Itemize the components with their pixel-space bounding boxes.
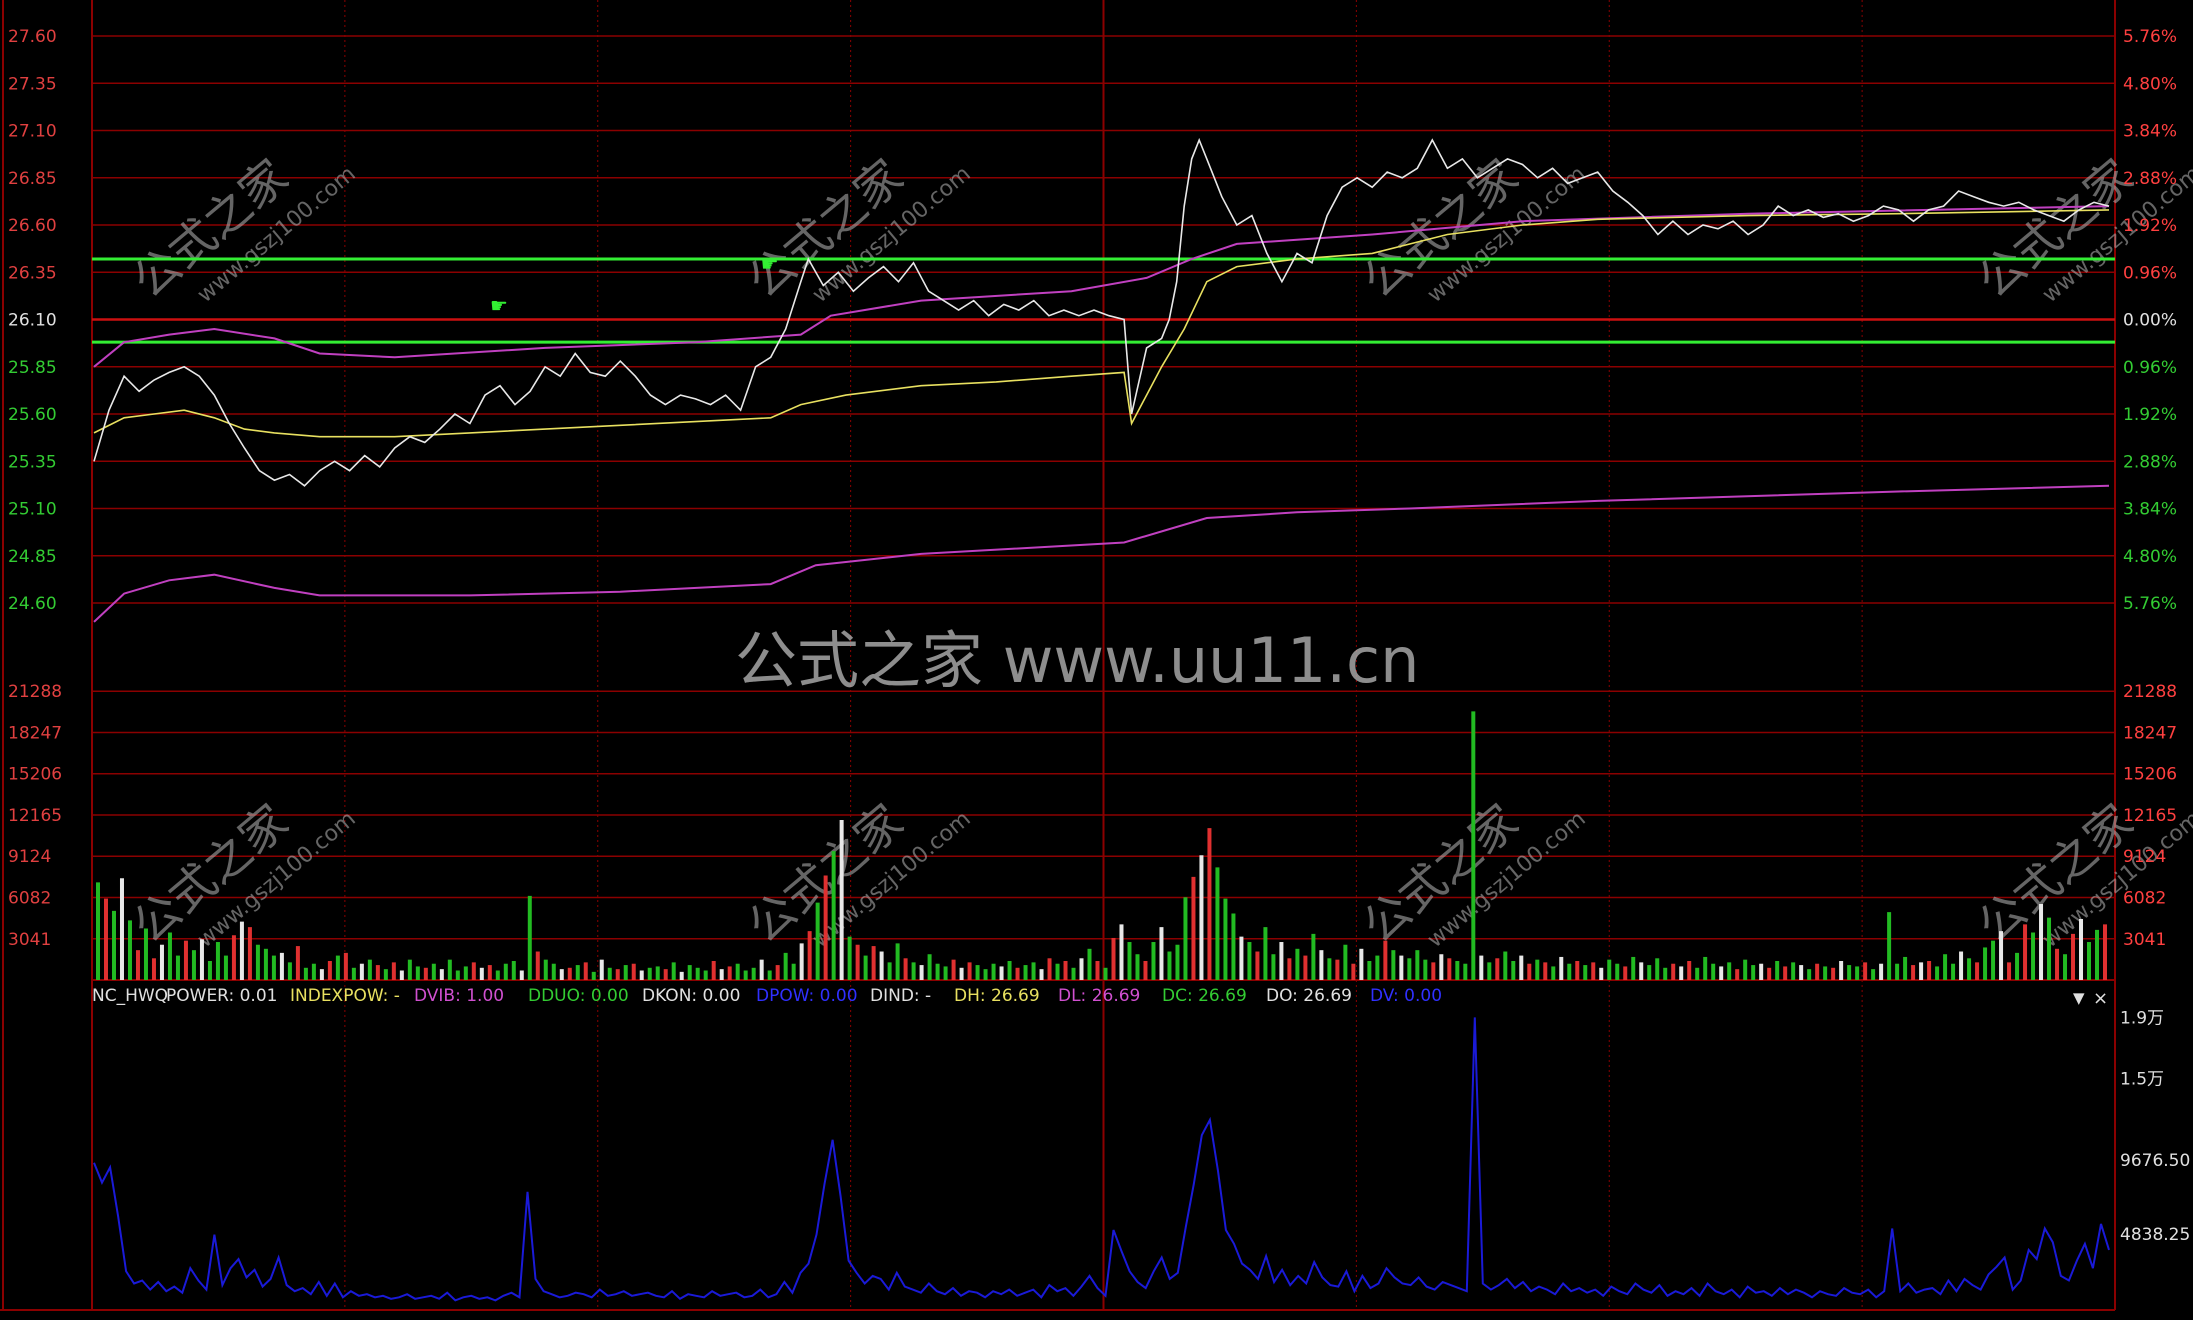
legend-item: DKON: 0.00 <box>642 986 740 1006</box>
volume-tick-label: 9124 <box>8 847 51 867</box>
signal-marker-icon: ☛ <box>761 252 779 276</box>
close-icon[interactable]: × <box>2093 988 2108 1009</box>
volume-tick-label: 21288 <box>8 682 62 702</box>
legend-item: DVIB: 1.00 <box>414 986 504 1006</box>
watermark-diagonal-group: 公式之家www.gszj100.com 公式之家www.gszj100.com 公式… <box>122 149 2193 954</box>
volume-tick-label-right: 18247 <box>2123 723 2177 743</box>
price-tick-label: 25.85 <box>8 358 57 378</box>
price-tick-label: 25.10 <box>8 500 57 520</box>
volume-tick-label-right: 12165 <box>2123 806 2177 826</box>
pct-tick-label: 3.84% <box>2123 122 2177 142</box>
price-tick-label: 25.60 <box>8 405 57 425</box>
price-tick-label: 26.60 <box>8 216 57 236</box>
pct-tick-label: 0.00% <box>2123 311 2177 331</box>
lower-band-line <box>93 484 2110 623</box>
indicator-tick-label: 1.9万 <box>2120 1008 2164 1028</box>
watermark-diagonal: 公式之家www.gszj100.com <box>737 149 975 309</box>
average-price-line <box>93 209 2110 438</box>
watermark-diagonal: 公式之家www.gszj100.com <box>122 149 360 309</box>
legend-item: DO: 26.69 <box>1266 986 1352 1006</box>
price-tick-label: 26.10 <box>8 311 57 331</box>
indicator-panel <box>93 1017 2110 1302</box>
indicator-tick-label: 1.5万 <box>2120 1070 2164 1090</box>
price-tick-label: 27.10 <box>8 122 57 142</box>
signal-marker-icon: ☛ <box>490 293 508 317</box>
volume-tick-label-right: 15206 <box>2123 765 2177 785</box>
pct-tick-label: 4.80% <box>2123 74 2177 94</box>
collapse-arrow-icon[interactable]: ▼ <box>2073 989 2085 1007</box>
pct-tick-label: 3.84% <box>2123 500 2177 520</box>
volume-tick-label: 3041 <box>8 930 51 950</box>
watermark-diagonal: 公式之家www.gszj100.com <box>1352 149 1590 309</box>
volume-tick-label: 15206 <box>8 765 62 785</box>
indicator-tick-label: 4838.25 <box>2120 1225 2190 1245</box>
indicator-line <box>93 1017 2110 1302</box>
pct-tick-label: 1.92% <box>2123 216 2177 236</box>
price-tick-label: 26.85 <box>8 169 57 189</box>
price-tick-label: 27.60 <box>8 27 57 47</box>
volume-tick-label-right: 9124 <box>2123 847 2166 867</box>
price-line <box>93 137 2110 487</box>
watermark-center: 公式之家 www.uu11.cn <box>735 624 1419 697</box>
legend-item: DPOW: 0.00 <box>756 986 858 1006</box>
legend-item: POWER: 0.01 <box>166 986 277 1006</box>
price-tick-label: 24.85 <box>8 547 57 567</box>
legend-item: DIND: - <box>870 986 931 1006</box>
legend-item: DC: 26.69 <box>1162 986 1247 1006</box>
pct-tick-label: 0.96% <box>2123 358 2177 378</box>
pct-tick-label: 4.80% <box>2123 547 2177 567</box>
pct-tick-label: 5.76% <box>2123 594 2177 614</box>
volume-tick-label: 18247 <box>8 723 62 743</box>
pct-tick-label: 2.88% <box>2123 169 2177 189</box>
indicator-tick-label: 9676.50 <box>2120 1151 2190 1171</box>
legend-item: DV: 0.00 <box>1370 986 1442 1006</box>
pct-tick-label: 2.88% <box>2123 452 2177 472</box>
volume-tick-label: 6082 <box>8 889 51 909</box>
volume-tick-label-right: 6082 <box>2123 889 2166 909</box>
intraday-chart[interactable]: 公式之家www.gszj100.com 公式之家www.gszj100.com 公式… <box>0 0 2193 1320</box>
legend-item: DDUO: 0.00 <box>528 986 629 1006</box>
volume-tick-label-right: 3041 <box>2123 930 2166 950</box>
pct-tick-label: 1.92% <box>2123 405 2177 425</box>
legend-item: NC_HWQ <box>92 986 168 1006</box>
volume-tick-label-right: 21288 <box>2123 682 2177 702</box>
pct-tick-label: 0.96% <box>2123 263 2177 283</box>
price-tick-label: 25.35 <box>8 452 57 472</box>
volume-bars <box>95 711 2108 980</box>
price-tick-label: 27.35 <box>8 74 57 94</box>
pct-tick-label: 5.76% <box>2123 27 2177 47</box>
price-tick-label: 26.35 <box>8 263 57 283</box>
legend-item: DL: 26.69 <box>1058 986 1140 1006</box>
price-tick-label: 24.60 <box>8 594 57 614</box>
legend-item: INDEXPOW: - <box>290 986 400 1006</box>
legend-item: DH: 26.69 <box>954 986 1040 1006</box>
indicator-legend: NC_HWQPOWER: 0.01 INDEXPOW: - DVIB: 1.00 DD… <box>92 986 1442 1006</box>
volume-tick-label: 12165 <box>8 806 62 826</box>
